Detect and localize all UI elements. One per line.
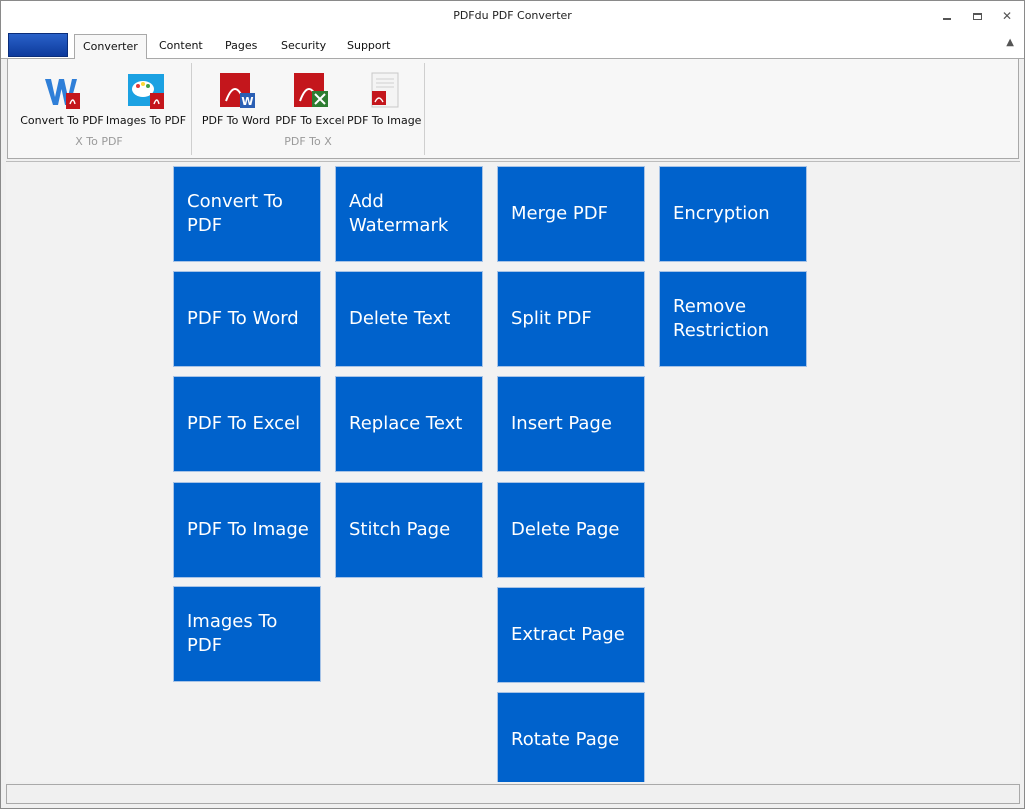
tile-remove-restriction[interactable]: Remove Restriction [659,271,807,367]
svg-text:W: W [241,95,253,108]
tile-delete-page[interactable]: Delete Page [497,482,645,578]
tile-pdf-to-image[interactable]: PDF To Image [173,482,321,578]
ribbon-button-label: PDF To Word [201,114,271,127]
app-window: PDFdu PDF Converter ✕ Converter Content … [0,0,1025,809]
tile-pdf-to-excel[interactable]: PDF To Excel [173,376,321,472]
tile-encryption[interactable]: Encryption [659,166,807,262]
ribbon-tab-bar: Converter Content Pages Security Support… [1,31,1024,60]
tile-extract-page[interactable]: Extract Page [497,587,645,683]
maximize-button[interactable] [966,7,988,25]
tile-pdf-to-word[interactable]: PDF To Word [173,271,321,367]
title-bar: PDFdu PDF Converter ✕ [1,1,1024,31]
close-button[interactable]: ✕ [996,7,1018,25]
tile-split-pdf[interactable]: Split PDF [497,271,645,367]
tab-converter[interactable]: Converter [74,34,147,60]
tile-stitch-page[interactable]: Stitch Page [335,482,483,578]
tab-support[interactable]: Support [339,34,398,60]
ribbon-collapse-icon[interactable]: ▲ [1006,37,1014,48]
pdf-to-word-icon: W [216,71,256,111]
tile-images-to-pdf[interactable]: Images To PDF [173,586,321,682]
group-divider [191,63,192,155]
ribbon-pdf-to-image-button[interactable]: PDF To Image [347,71,421,131]
tile-replace-text[interactable]: Replace Text [335,376,483,472]
maximize-icon [972,12,982,20]
tile-insert-page[interactable]: Insert Page [497,376,645,472]
tile-delete-text[interactable]: Delete Text [335,271,483,367]
tab-security[interactable]: Security [273,34,334,60]
status-bar [6,784,1020,804]
minimize-button[interactable] [936,7,958,25]
pdf-to-excel-icon [290,71,330,111]
ribbon-button-label: Convert To PDF [20,114,104,127]
image-to-pdf-icon [126,71,166,111]
group-pdf-to-x: W PDF To Word PDF To Excel PDF To Image … [193,63,423,155]
ribbon-button-label: PDF To Image [347,114,422,127]
group-title: X To PDF [75,135,123,148]
ribbon-pdf-to-excel-button[interactable]: PDF To Excel [273,71,347,131]
ribbon-panel: Convert To PDF Images To PDF X To PDF W … [7,59,1019,159]
close-icon: ✕ [1001,9,1013,23]
ribbon-button-label: PDF To Excel [275,114,345,127]
ribbon-convert-to-pdf-button[interactable]: Convert To PDF [20,71,104,131]
pdf-to-image-icon [364,71,404,111]
group-x-to-pdf: Convert To PDF Images To PDF X To PDF [8,63,190,155]
ribbon-images-to-pdf-button[interactable]: Images To PDF [104,71,188,131]
tile-workspace: Convert To PDF PDF To Word PDF To Excel … [6,161,1020,782]
tab-content[interactable]: Content [151,34,211,60]
group-title: PDF To X [284,135,332,148]
group-divider [424,63,425,155]
ribbon-pdf-to-word-button[interactable]: W PDF To Word [199,71,273,131]
tile-add-watermark[interactable]: Add Watermark [335,166,483,262]
tab-pages[interactable]: Pages [217,34,265,60]
tile-convert-to-pdf[interactable]: Convert To PDF [173,166,321,262]
ribbon-button-label: Images To PDF [105,114,187,127]
tile-merge-pdf[interactable]: Merge PDF [497,166,645,262]
window-title: PDFdu PDF Converter [453,9,572,22]
word-to-pdf-icon [42,71,82,111]
minimize-icon [943,18,951,20]
app-menu-button[interactable] [8,33,68,57]
tile-rotate-page[interactable]: Rotate Page [497,692,645,782]
